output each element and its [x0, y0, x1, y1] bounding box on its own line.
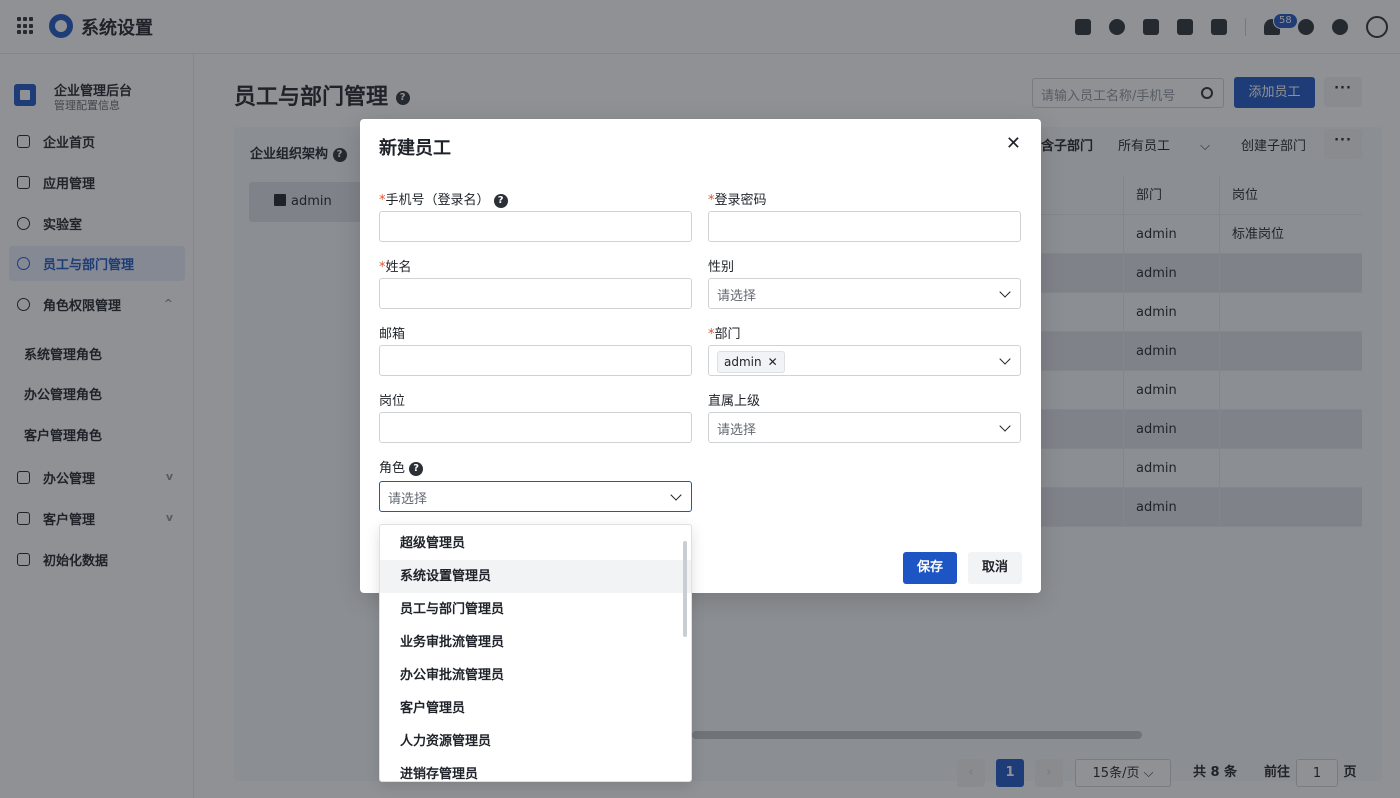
role-option[interactable]: 超级管理员 [380, 527, 691, 560]
phone-label-text: 手机号（登录名） [385, 193, 490, 208]
role-option[interactable]: 人力资源管理员 [380, 725, 691, 758]
phone-label: *手机号（登录名） ? [379, 189, 508, 208]
save-button[interactable]: 保存 [903, 552, 957, 584]
name-input[interactable] [379, 278, 692, 309]
password-label-text: 登录密码 [714, 193, 767, 208]
password-label: *登录密码 [708, 189, 767, 208]
role-label: 角色 ? [379, 457, 424, 476]
dept-tag: admin ✕ [717, 351, 785, 373]
close-icon[interactable]: ✕ [1006, 133, 1021, 154]
position-input[interactable] [379, 412, 692, 443]
role-option[interactable]: 业务审批流管理员 [380, 626, 691, 659]
role-option[interactable]: 进销存管理员 [380, 758, 691, 781]
close-icon[interactable]: ✕ [768, 355, 778, 369]
chevron-down-icon [999, 353, 1011, 365]
cancel-button[interactable]: 取消 [968, 552, 1022, 584]
help-icon[interactable]: ? [409, 461, 424, 476]
chevron-down-icon [999, 420, 1011, 432]
phone-input[interactable] [379, 211, 692, 242]
password-input[interactable] [708, 211, 1021, 242]
role-option[interactable]: 系统设置管理员 [380, 560, 691, 593]
chevron-down-icon [670, 489, 682, 501]
role-option[interactable]: 办公审批流管理员 [380, 659, 691, 692]
modal-title: 新建员工 [379, 138, 451, 159]
role-placeholder: 请选择 [388, 492, 428, 507]
help-icon[interactable]: ? [493, 193, 508, 208]
dropdown-scrollbar[interactable] [683, 541, 687, 637]
role-option[interactable]: 客户管理员 [380, 692, 691, 725]
dept-select[interactable]: admin ✕ [708, 345, 1021, 376]
gender-label: 性别 [708, 260, 735, 275]
position-label: 岗位 [379, 394, 406, 409]
dept-label-text: 部门 [714, 327, 741, 342]
superior-label: 直属上级 [708, 394, 761, 409]
name-label: *姓名 [379, 256, 412, 275]
role-label-text: 角色 [379, 461, 406, 476]
chevron-down-icon [999, 286, 1011, 298]
role-option[interactable]: 员工与部门管理员 [380, 593, 691, 626]
name-label-text: 姓名 [385, 260, 412, 275]
gender-placeholder: 请选择 [717, 289, 757, 304]
gender-select[interactable]: 请选择 [708, 278, 1021, 309]
dept-label: *部门 [708, 323, 741, 342]
superior-placeholder: 请选择 [717, 423, 757, 438]
superior-select[interactable]: 请选择 [708, 412, 1021, 443]
new-employee-modal: 新建员工 ✕ *手机号（登录名） ? *登录密码 *姓名 性别 请选择 邮箱 *… [360, 119, 1041, 593]
dept-tag-label: admin [724, 355, 762, 369]
email-input[interactable] [379, 345, 692, 376]
email-label: 邮箱 [379, 327, 406, 342]
role-dropdown: 超级管理员 系统设置管理员 员工与部门管理员 业务审批流管理员 办公审批流管理员… [379, 524, 692, 782]
role-select[interactable]: 请选择 [379, 481, 692, 512]
